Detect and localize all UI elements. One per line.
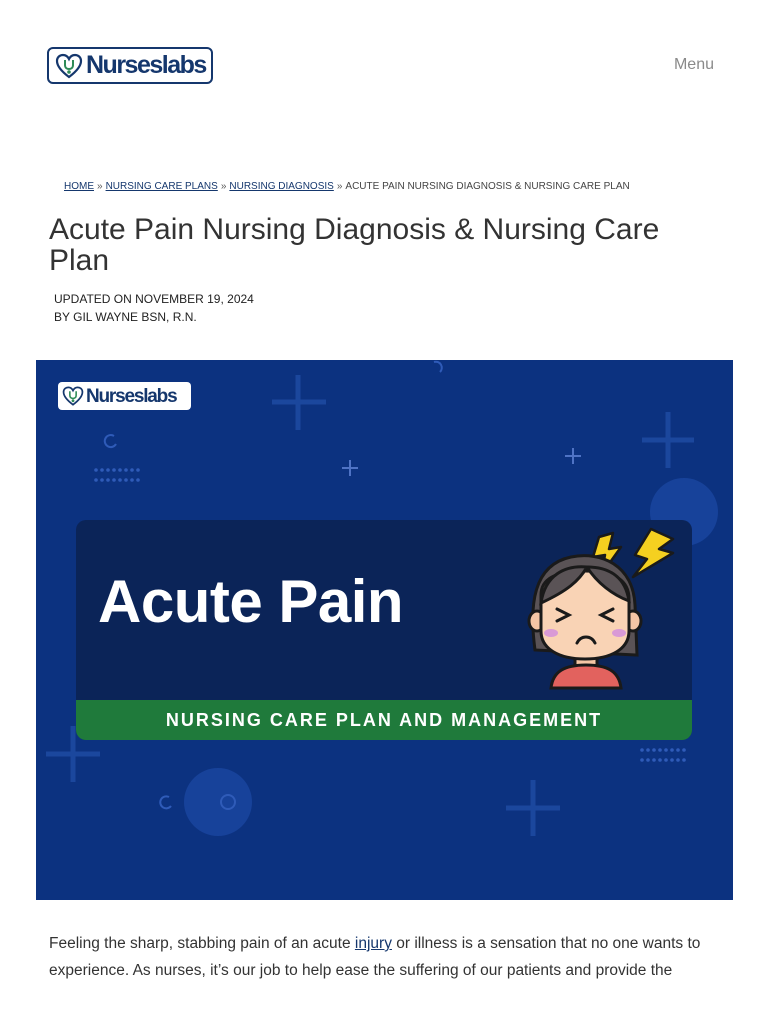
intro-text: Feeling the sharp, stabbing pain of an a…: [49, 935, 355, 952]
post-meta: UPDATED ON NOVEMBER 19, 2024 BY GIL WAYN…: [54, 290, 254, 326]
author-byline: BY GIL WAYNE BSN, R.N.: [54, 310, 197, 324]
updated-date: UPDATED ON NOVEMBER 19, 2024: [54, 292, 254, 306]
page-title: Acute Pain Nursing Diagnosis & Nursing C…: [49, 213, 660, 277]
breadcrumb-separator: »: [220, 181, 227, 192]
injury-link[interactable]: injury: [355, 935, 392, 952]
site-header: Nurseslabs Menu: [0, 0, 768, 130]
breadcrumb: HOME» NURSING CARE PLANS» NURSING DIAGNOSI…: [64, 181, 724, 192]
logo-text: Nurseslabs: [86, 51, 207, 79]
heart-stethoscope-icon: [62, 386, 84, 406]
hero-heading: Acute Pain: [98, 568, 404, 635]
breadcrumb-home[interactable]: HOME: [64, 181, 94, 192]
hero-logo-text: Nurseslabs: [86, 385, 178, 407]
hero-banner: NURSING CARE PLAN AND MANAGEMENT: [76, 700, 692, 740]
breadcrumb-current: ACUTE PAIN NURSING DIAGNOSIS & NURSING C…: [345, 181, 630, 192]
menu-button[interactable]: Menu: [674, 56, 714, 74]
breadcrumb-separator: »: [336, 181, 343, 192]
breadcrumb-separator: »: [97, 181, 103, 192]
featured-image: Nurseslabs Acute Pain NURSING CARE PLAN …: [36, 360, 733, 900]
breadcrumb-nursing-diagnosis[interactable]: NURSING DIAGNOSIS: [229, 181, 333, 192]
hero-logo: Nurseslabs: [58, 382, 191, 410]
intro-paragraph: Feeling the sharp, stabbing pain of an a…: [49, 930, 729, 984]
site-logo[interactable]: Nurseslabs: [47, 47, 213, 84]
breadcrumb-nursing-care-plans[interactable]: NURSING CARE PLANS: [106, 181, 218, 192]
heart-stethoscope-icon: [55, 53, 83, 78]
girl-headache-icon: [527, 527, 675, 690]
